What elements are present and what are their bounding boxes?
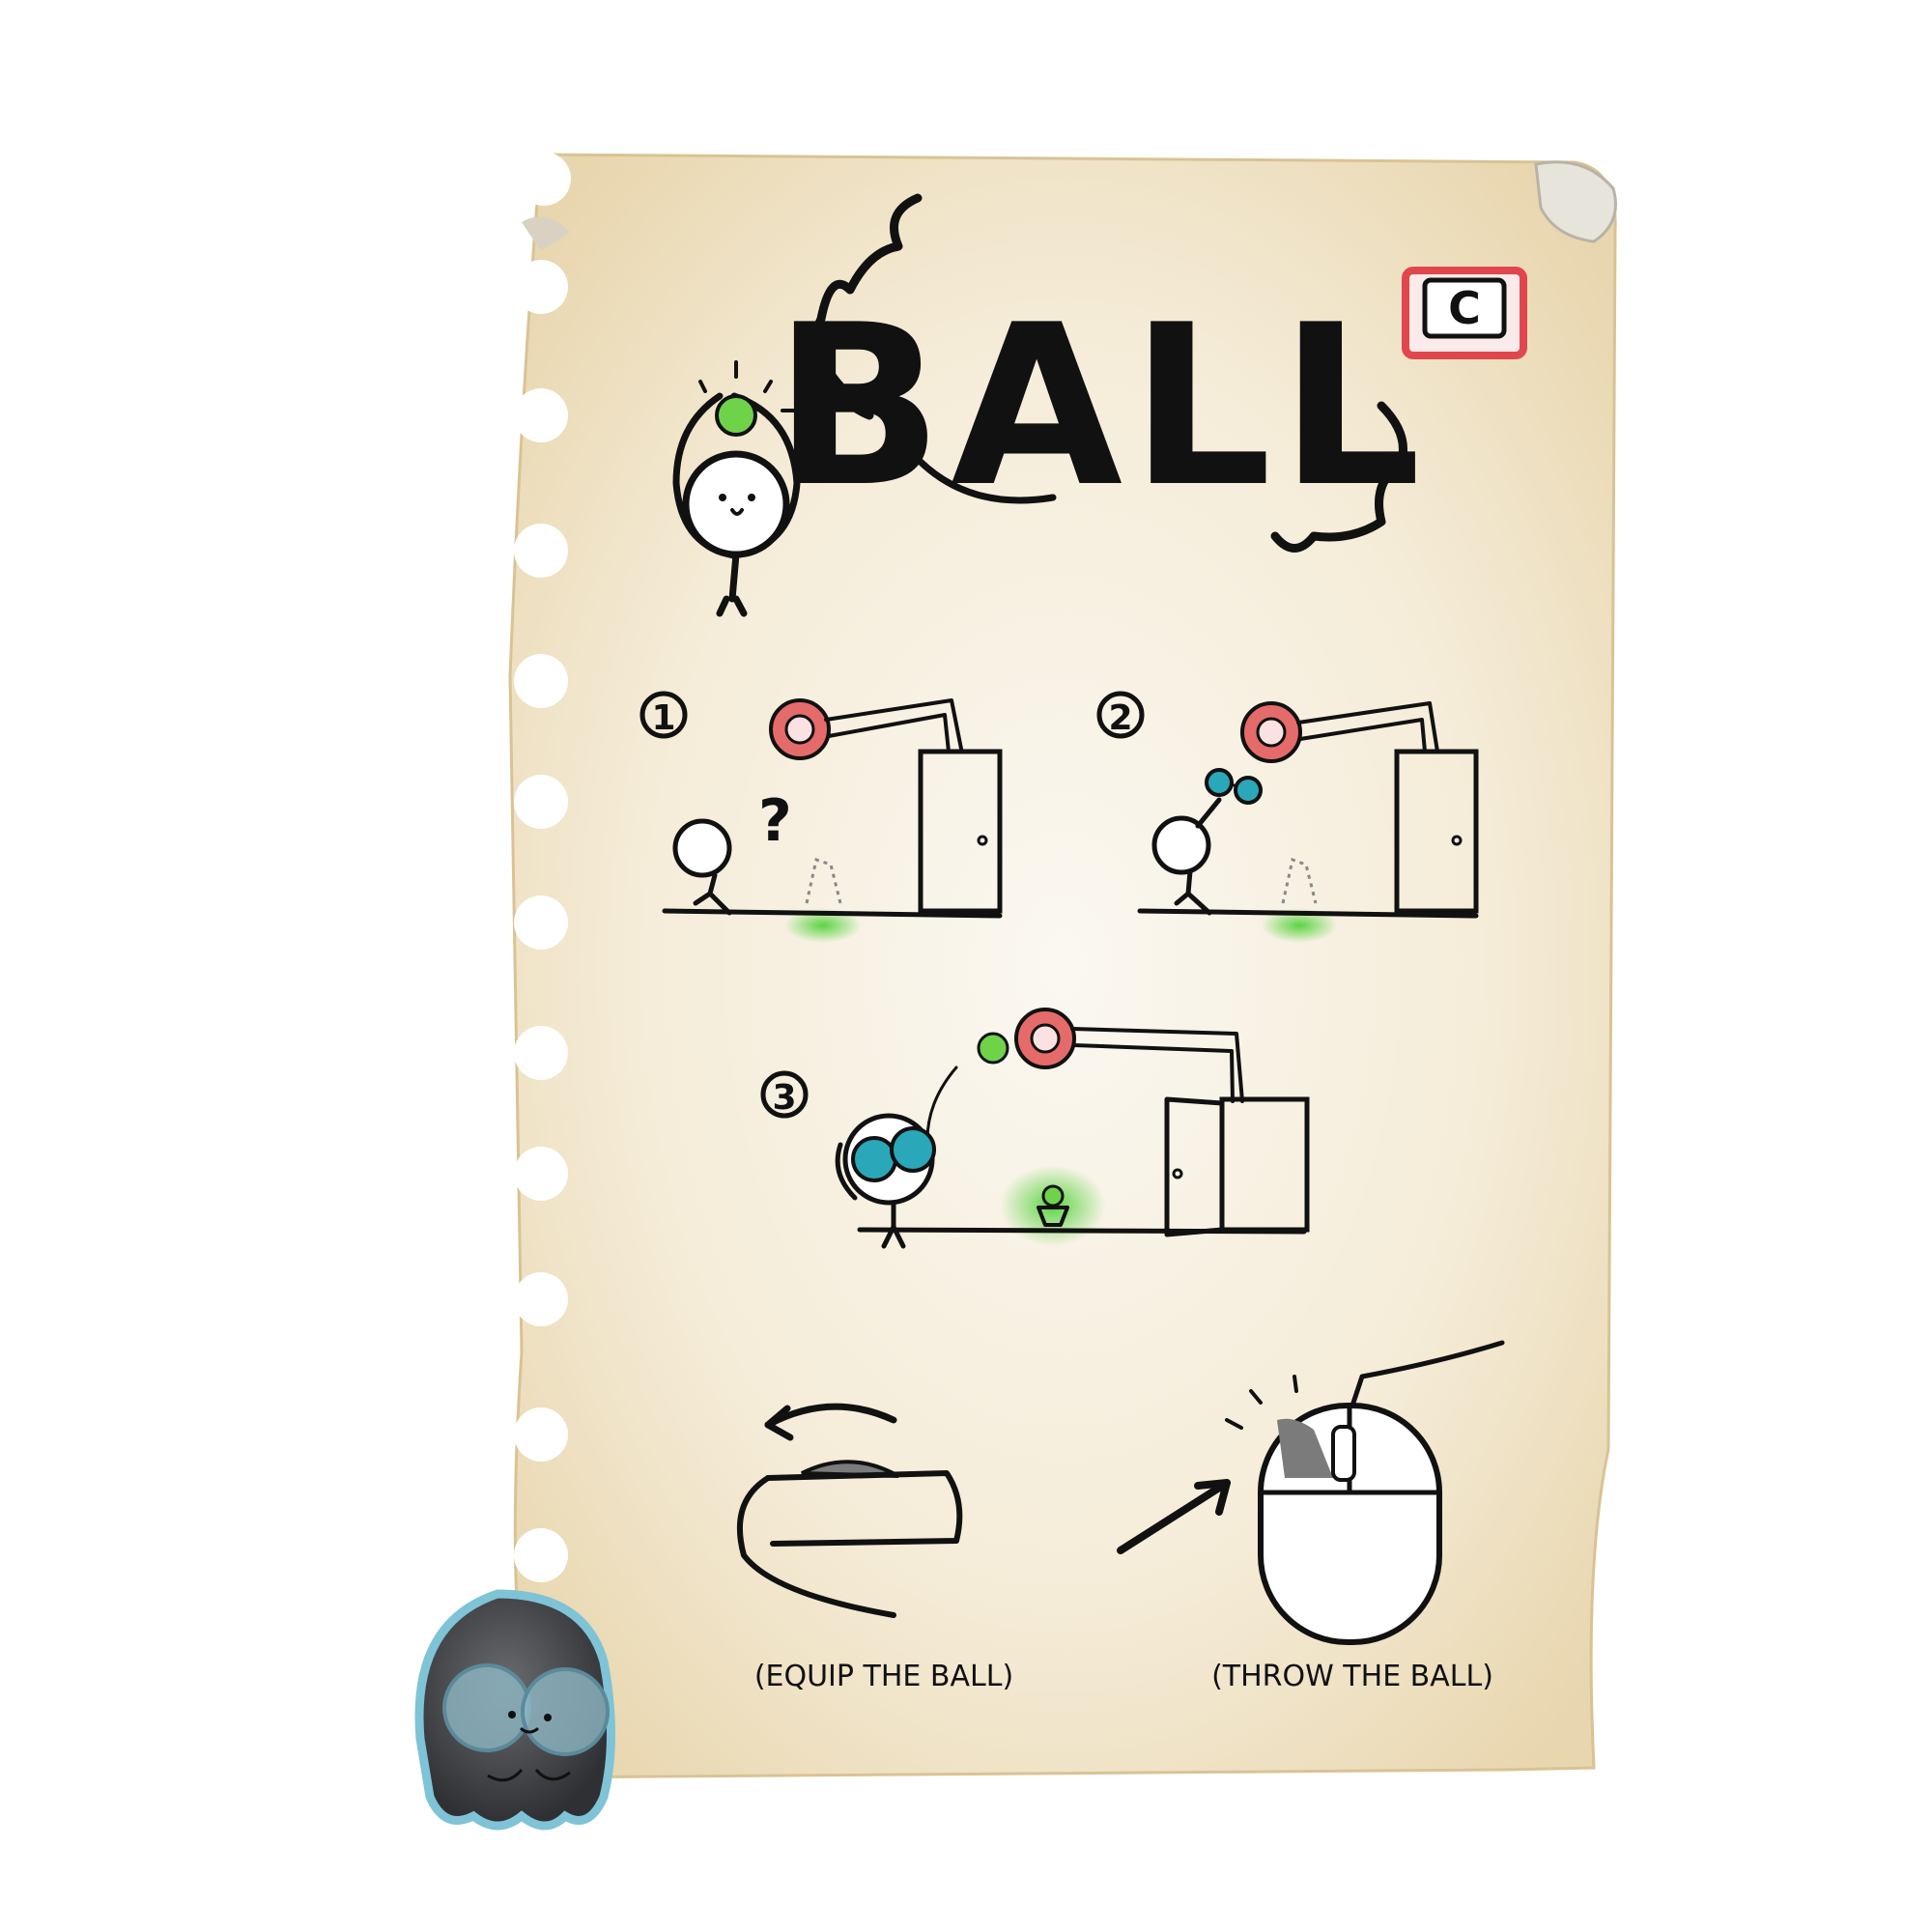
ball-icon [977,1032,1009,1065]
ghost-mascot [414,1589,615,1831]
question-mark-icon: ? [758,787,792,855]
hotkey-c-badge: C [1402,267,1527,359]
step-2-label: 2 [1108,698,1132,738]
glasses-icon [442,1663,531,1752]
glasses-icon [851,1136,897,1182]
step-3-label: 3 [772,1078,796,1118]
equip-caption: (EQUIP THE BALL) [754,1660,1013,1693]
step-1-label: 1 [651,698,675,738]
throw-caption: (THROW THE BALL) [1211,1660,1493,1693]
hotkey-key-label: C [1448,282,1481,334]
page-title: BALL [774,278,1429,536]
ball-icon [715,394,757,437]
tutorial-card: BALL C 1 ? 2 3 (EQUIP THE BALL) (THROW T… [414,152,1617,1831]
